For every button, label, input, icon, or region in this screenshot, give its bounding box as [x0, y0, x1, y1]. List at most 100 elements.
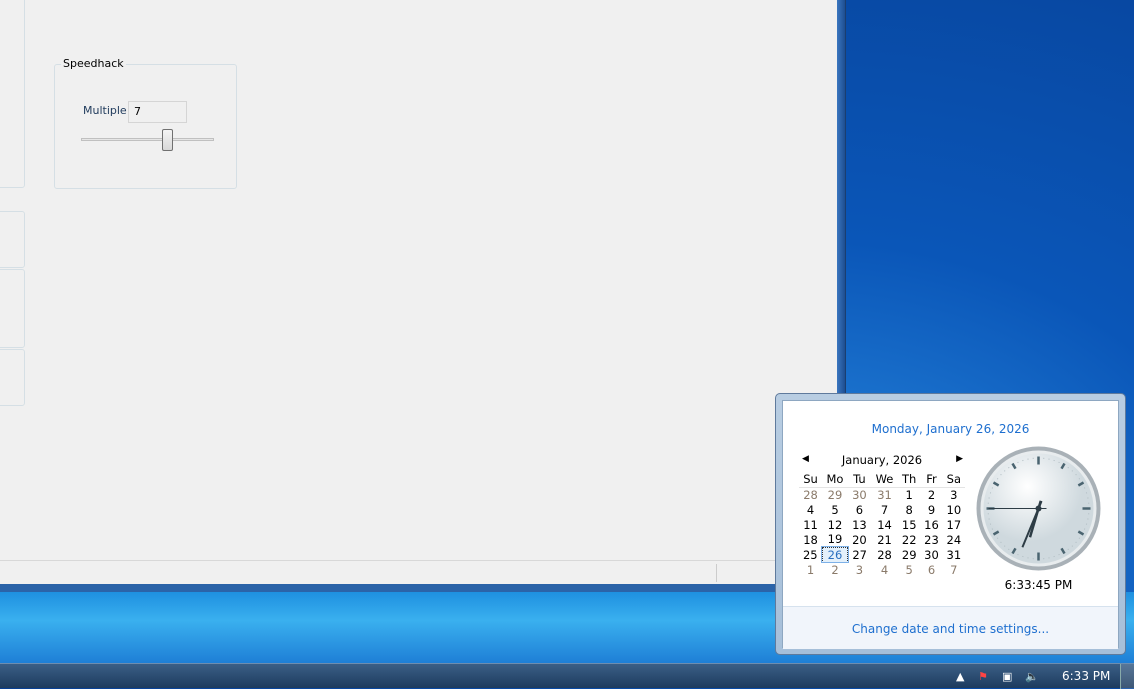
weekday-header: Su — [799, 471, 822, 487]
calendar-day-selected[interactable]: 26 — [822, 547, 848, 562]
calendar-day[interactable]: 6 — [920, 562, 942, 577]
long-date-link[interactable]: Monday, January 26, 2026 — [783, 422, 1118, 436]
clock-tick — [1076, 542, 1077, 543]
clock-tick — [1076, 474, 1077, 475]
clock-tick — [997, 538, 998, 539]
calendar-day[interactable]: 13 — [848, 517, 871, 532]
multiple-input[interactable]: 7 — [128, 101, 187, 123]
weekday-header: Tu — [848, 471, 871, 487]
calendar-day[interactable]: 29 — [898, 547, 920, 562]
date-time-flyout: Monday, January 26, 2026 ◀ ▶ January, 20… — [775, 393, 1126, 655]
calendar-week: 45678910 — [799, 502, 965, 517]
month-title[interactable]: January, 2026 — [797, 451, 967, 471]
calendar-day[interactable]: 30 — [848, 487, 871, 502]
clock-tick — [1009, 467, 1010, 468]
calendar-day[interactable]: 20 — [848, 532, 871, 547]
multiple-label: Multiple: — [83, 104, 130, 117]
calendar-day[interactable]: 1 — [898, 487, 920, 502]
calendar-day[interactable]: 3 — [848, 562, 871, 577]
calendar-day[interactable]: 31 — [943, 547, 965, 562]
window-client-area: Speedhack Multiple: 7 — [0, 0, 837, 560]
calendar-day[interactable]: 5 — [898, 562, 920, 577]
show-desktop-button[interactable] — [1120, 664, 1134, 689]
weekday-header: Fr — [920, 471, 942, 487]
calendar-day[interactable]: 22 — [898, 532, 920, 547]
speed-slider-thumb[interactable] — [162, 129, 173, 151]
speedhack-group: Speedhack Multiple: 7 — [54, 64, 237, 189]
calendar-day[interactable]: 21 — [871, 532, 898, 547]
action-center-flag-icon[interactable]: ⚑ — [978, 670, 988, 683]
status-separator — [716, 564, 717, 582]
calendar-day[interactable]: 16 — [920, 517, 942, 532]
calendar-week: 11121314151617 — [799, 517, 965, 532]
calendar-day[interactable]: 31 — [871, 487, 898, 502]
calendar-day[interactable]: 15 — [898, 517, 920, 532]
left-panel — [0, 349, 25, 406]
analog-clock — [975, 445, 1102, 572]
clock-tick — [1072, 546, 1073, 547]
calendar-week: 28293031123 — [799, 487, 965, 502]
left-panel — [0, 211, 25, 268]
calendar-day[interactable]: 2 — [822, 562, 848, 577]
calendar-day[interactable]: 12 — [822, 517, 848, 532]
calendar-day[interactable]: 4 — [871, 562, 898, 577]
calendar-day[interactable]: 25 — [799, 547, 822, 562]
calendar-week: 1234567 — [799, 562, 965, 577]
calendar-day[interactable]: 29 — [822, 487, 848, 502]
calendar-day[interactable]: 7 — [871, 502, 898, 517]
clock-tick — [1009, 549, 1010, 550]
calendar-week: 25262728293031 — [799, 547, 965, 562]
taskbar-clock[interactable]: 6:33 PM — [1062, 669, 1110, 683]
calendar-day[interactable]: 10 — [943, 502, 965, 517]
calendar-day[interactable]: 14 — [871, 517, 898, 532]
power-icon[interactable]: ▣ — [1002, 670, 1012, 683]
clock-tick — [1068, 467, 1069, 468]
calendar-day[interactable]: 2 — [920, 487, 942, 502]
calendar-day[interactable]: 28 — [799, 487, 822, 502]
weekday-header: We — [871, 471, 898, 487]
volume-icon[interactable]: 🔈 — [1025, 670, 1039, 683]
next-month-icon[interactable]: ▶ — [956, 454, 963, 464]
show-hidden-icons-icon[interactable]: ▲ — [956, 670, 964, 683]
clock-tick — [1001, 542, 1002, 543]
calendar-day[interactable]: 27 — [848, 547, 871, 562]
weekday-header: Mo — [822, 471, 848, 487]
clock-tick — [1001, 474, 1002, 475]
calendar-day[interactable]: 19 — [822, 532, 848, 547]
calendar-week: 18192021222324 — [799, 532, 965, 547]
calendar-day[interactable]: 9 — [920, 502, 942, 517]
clock-tick — [1068, 549, 1069, 550]
calendar-day[interactable]: 11 — [799, 517, 822, 532]
clock-tick — [1079, 538, 1080, 539]
calendar-day[interactable]: 3 — [943, 487, 965, 502]
weekday-header: Sa — [943, 471, 965, 487]
calendar: ◀ ▶ January, 2026 SuMoTuWeThFrSa28293031… — [797, 451, 967, 577]
left-panel — [0, 0, 25, 188]
calendar-day[interactable]: 5 — [822, 502, 848, 517]
calendar-day[interactable]: 1 — [799, 562, 822, 577]
application-window: Speedhack Multiple: 7 — [0, 0, 846, 592]
status-bar — [0, 560, 837, 584]
calendar-day[interactable]: 23 — [920, 532, 942, 547]
left-panel — [0, 269, 25, 348]
clock-tick — [1072, 471, 1073, 472]
weekday-header: Th — [898, 471, 920, 487]
calendar-day[interactable]: 6 — [848, 502, 871, 517]
speed-slider-track[interactable] — [81, 138, 214, 141]
calendar-day[interactable]: 4 — [799, 502, 822, 517]
clock-tick — [997, 479, 998, 480]
calendar-day[interactable]: 24 — [943, 532, 965, 547]
speedhack-group-title: Speedhack — [61, 57, 126, 70]
clock-tick — [1004, 471, 1005, 472]
previous-month-icon[interactable]: ◀ — [802, 454, 809, 464]
digital-time: 6:33:45 PM — [975, 578, 1102, 592]
calendar-day[interactable]: 28 — [871, 547, 898, 562]
calendar-day[interactable]: 30 — [920, 547, 942, 562]
calendar-day[interactable]: 8 — [898, 502, 920, 517]
change-date-time-settings-link[interactable]: Change date and time settings... — [783, 622, 1118, 636]
calendar-day[interactable]: 7 — [943, 562, 965, 577]
calendar-day[interactable]: 18 — [799, 532, 822, 547]
clock-tick — [1079, 479, 1080, 480]
taskbar: ▲ ⚑ ▣ 🔈 6:33 PM — [0, 663, 1134, 688]
calendar-day[interactable]: 17 — [943, 517, 965, 532]
